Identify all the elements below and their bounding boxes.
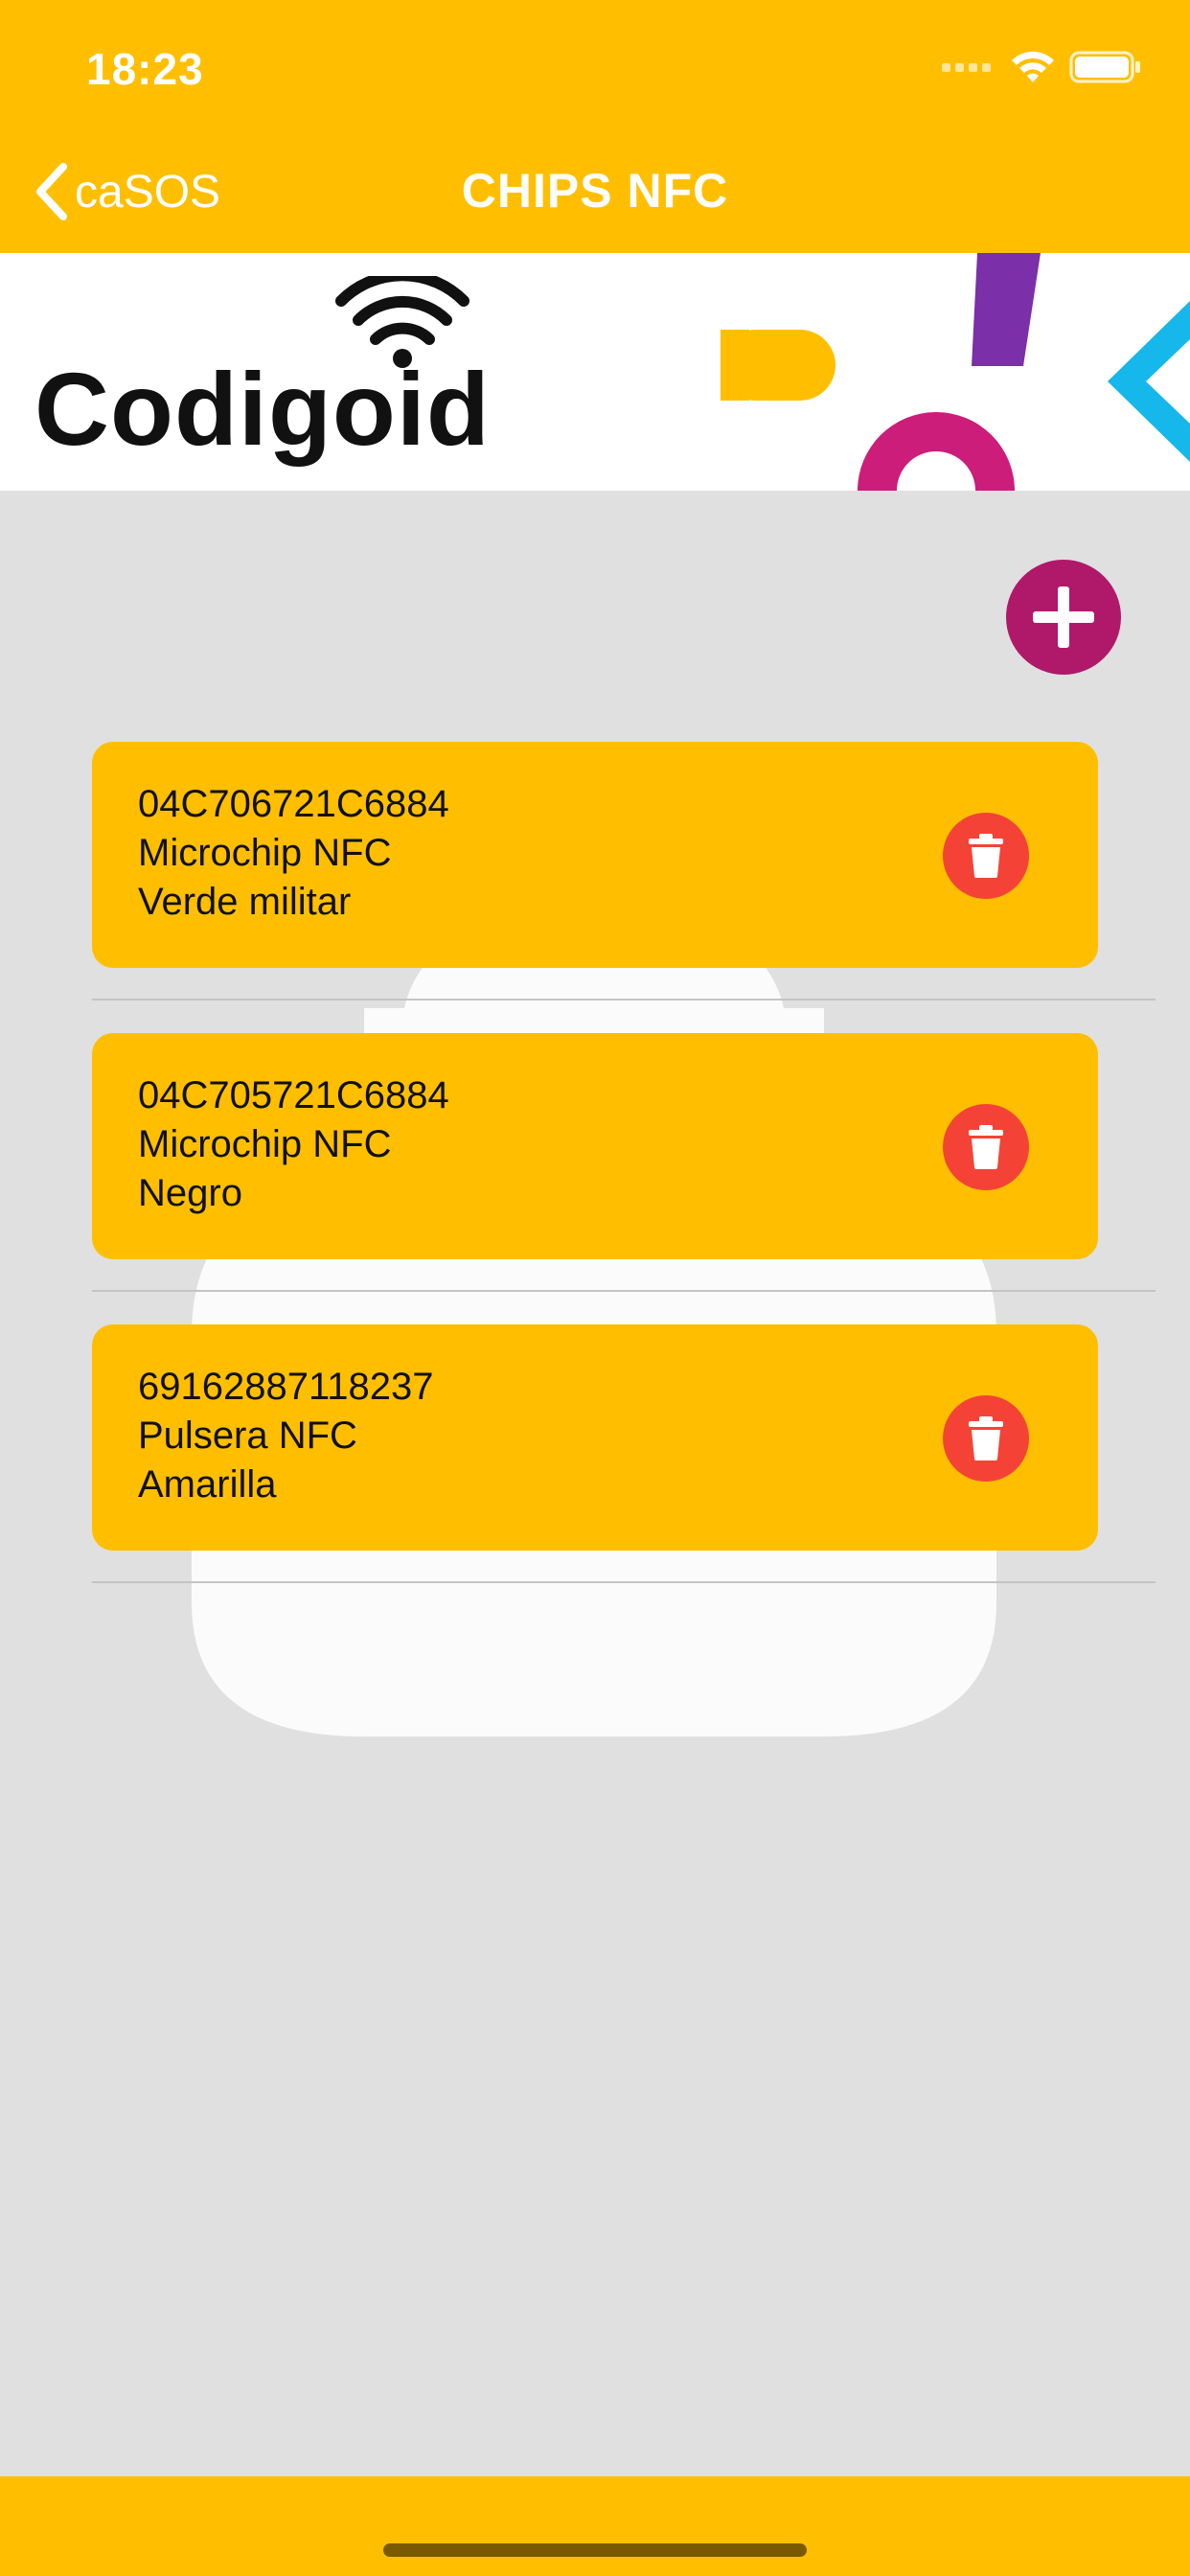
chip-code: 04C705721C6884 — [138, 1074, 449, 1116]
chip-list-area: 04C706721C6884 Microchip NFC Verde milit… — [0, 491, 1190, 2476]
battery-icon — [1069, 51, 1140, 83]
delete-chip-button[interactable] — [943, 1395, 1029, 1482]
chip-code: 04C706721C6884 — [138, 783, 449, 825]
status-time: 18:23 — [86, 44, 204, 94]
chip-details: 04C705721C6884 Microchip NFC Negro — [138, 1071, 449, 1218]
delete-chip-button[interactable] — [943, 1104, 1029, 1190]
list-separator — [92, 999, 1156, 1000]
navigation-bar: caSOS CHIPS NFC — [0, 144, 1190, 253]
chip-card[interactable]: 04C706721C6884 Microchip NFC Verde milit… — [92, 742, 1098, 968]
chip-card[interactable]: 04C705721C6884 Microchip NFC Negro — [92, 1033, 1098, 1259]
list-separator — [92, 1290, 1156, 1292]
chip-type: Microchip NFC — [138, 832, 392, 874]
add-chip-button[interactable] — [1006, 560, 1121, 675]
cellular-signal-icon — [942, 62, 991, 72]
chip-code: 69162887118237 — [138, 1366, 434, 1408]
chip-type: Pulsera NFC — [138, 1414, 357, 1457]
trash-icon — [969, 1416, 1003, 1460]
chip-card[interactable]: 69162887118237 Pulsera NFC Amarilla — [92, 1324, 1098, 1551]
chip-color: Negro — [138, 1172, 242, 1214]
wifi-icon — [1012, 51, 1054, 82]
chip-details: 04C706721C6884 Microchip NFC Verde milit… — [138, 780, 449, 927]
plus-icon — [1033, 586, 1094, 648]
list-separator — [92, 1581, 1156, 1583]
brand-banner: Codigoid — [0, 253, 1190, 491]
status-icons — [942, 50, 1142, 84]
trash-icon — [969, 834, 1003, 878]
banner-decoration — [721, 253, 1190, 491]
chip-color: Amarilla — [138, 1463, 277, 1506]
home-indicator[interactable] — [383, 2543, 807, 2557]
delete-chip-button[interactable] — [943, 813, 1029, 899]
page-title: CHIPS NFC — [461, 164, 729, 218]
chip-type: Microchip NFC — [138, 1123, 392, 1165]
home-indicator-area — [0, 2476, 1190, 2576]
chip-color: Verde militar — [138, 881, 352, 923]
trash-icon — [969, 1125, 1003, 1169]
status-bar: 18:23 — [0, 0, 1190, 144]
chip-details: 69162887118237 Pulsera NFC Amarilla — [138, 1363, 433, 1509]
